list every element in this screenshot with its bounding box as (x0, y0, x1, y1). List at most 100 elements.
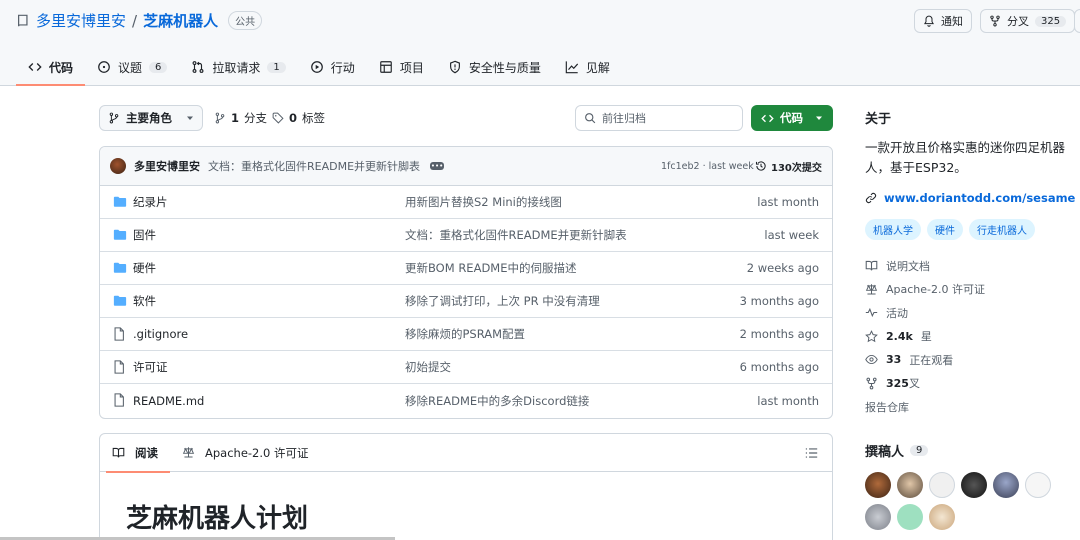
tags-count: 0 (289, 111, 298, 125)
file-name-link[interactable]: 软件 (133, 293, 156, 309)
caret-down-icon (816, 116, 822, 120)
commit-message[interactable]: 文档：重格式化固件README并更新针脚表 (208, 158, 420, 174)
commit-hash[interactable]: 1fc1eb2 · last week (661, 161, 754, 172)
commit-history-link[interactable]: 130次提交 (755, 159, 822, 174)
table-row[interactable]: 纪录片 用新图片替换S2 Mini的接线图 last month (100, 186, 832, 219)
avatar[interactable] (1025, 472, 1051, 498)
file-name-link[interactable]: README.md (133, 394, 204, 408)
stars-link[interactable]: 2.4k 星 (865, 325, 985, 349)
tab-insights[interactable]: 见解 (553, 48, 622, 86)
repo-name-link[interactable]: 芝麻机器人 (143, 10, 218, 31)
file-commit-message[interactable]: 移除了调试打印，上次 PR 中没有清理 (405, 293, 600, 309)
table-row[interactable]: .gitignore 移除麻烦的PSRAM配置 2 months ago (100, 318, 832, 351)
fork-button[interactable]: 分叉 325 (980, 9, 1076, 33)
license-link[interactable]: Apache-2.0 许可证 (865, 278, 985, 302)
file-name-link[interactable]: 纪录片 (133, 194, 168, 210)
tab-license-label: Apache-2.0 许可证 (205, 445, 309, 460)
fork-icon (990, 15, 1000, 27)
history-icon (755, 161, 766, 171)
contributors-title: 撰稿人 (865, 445, 905, 460)
avatar[interactable] (961, 472, 987, 498)
file-icon (113, 360, 125, 377)
latest-commit-bar: 多里安博里安 文档：重格式化固件README并更新针脚表 ••• 1fc1eb2… (100, 147, 832, 186)
tab-actions[interactable]: 行动 (298, 48, 367, 86)
avatar[interactable] (929, 472, 955, 498)
file-commit-message[interactable]: 移除README中的多余Discord链接 (405, 393, 589, 409)
code-button[interactable]: 代码 (751, 105, 833, 131)
pull-request-icon (192, 61, 204, 73)
file-commit-message[interactable]: 文档：重格式化固件README并更新针脚表 (405, 227, 627, 243)
file-commit-message[interactable]: 移除麻烦的PSRAM配置 (405, 326, 525, 342)
file-name-link[interactable]: 许可证 (133, 359, 168, 375)
tab-projects[interactable]: 项目 (367, 48, 436, 86)
book-icon (112, 447, 125, 458)
avatar[interactable] (993, 472, 1019, 498)
repo-icon (18, 14, 28, 26)
file-commit-date: 2 weeks ago (746, 261, 819, 275)
avatar[interactable] (897, 472, 923, 498)
file-commit-message[interactable]: 用新图片替换S2 Mini的接线图 (405, 194, 562, 210)
avatar[interactable] (865, 504, 891, 530)
table-row[interactable]: 硬件 更新BOM README中的伺服描述 2 weeks ago (100, 252, 832, 285)
report-repository-link[interactable]: 报告仓库 (865, 395, 985, 419)
table-row[interactable]: README.md 移除README中的多余Discord链接 last month (100, 384, 832, 417)
file-icon (113, 327, 125, 344)
commit-count-label: 130次提交 (771, 162, 822, 174)
notifications-button[interactable]: 通知 (914, 9, 972, 33)
table-row[interactable]: 固件 文档：重格式化固件README并更新针脚表 last week (100, 219, 832, 252)
code-icon (761, 114, 774, 122)
activity-link[interactable]: 活动 (865, 301, 985, 325)
tab-readme[interactable]: 阅读 (100, 434, 170, 473)
issue-icon (98, 61, 110, 73)
topic-tag[interactable]: 硬件 (927, 219, 963, 240)
readme-link[interactable]: 说明文档 (865, 254, 985, 278)
avatar[interactable] (897, 504, 923, 530)
contributors-heading[interactable]: 撰稿人 9 (865, 441, 929, 460)
go-to-file-input[interactable]: 前往归档 (575, 105, 743, 131)
tab-insights-label: 见解 (585, 60, 610, 75)
file-commit-date: 6 months ago (739, 360, 819, 374)
tab-security[interactable]: 安全性与质量 (436, 48, 553, 86)
branches-count: 1 (231, 111, 240, 125)
stars-label: 星 (920, 330, 932, 344)
branch-selector[interactable]: 主要角色 (99, 105, 203, 131)
avatar[interactable] (865, 472, 891, 498)
file-commit-message[interactable]: 更新BOM README中的伺服描述 (405, 260, 576, 276)
tags-link[interactable]: 0 标签 (272, 105, 325, 131)
table-row[interactable]: 软件 移除了调试打印，上次 PR 中没有清理 3 months ago (100, 285, 832, 318)
tab-pull-requests-count: 1 (267, 61, 286, 73)
activity-link-label: 活动 (886, 306, 908, 320)
repo-title: 多里安博里安 / 芝麻机器人 公共 (16, 10, 263, 31)
tab-issues[interactable]: 议题 6 (85, 48, 179, 86)
code-icon (28, 63, 42, 71)
star-button-cut[interactable] (1074, 9, 1080, 33)
tab-pull-requests[interactable]: 拉取请求 1 (179, 48, 297, 86)
branch-icon (215, 112, 225, 124)
file-commit-date: 3 months ago (739, 294, 819, 308)
file-commit-message[interactable]: 初始提交 (405, 359, 451, 375)
readme-heading: 芝麻机器人计划 (126, 504, 309, 534)
avatar[interactable] (110, 158, 126, 174)
tab-license[interactable]: Apache-2.0 许可证 (170, 434, 321, 472)
file-name-link[interactable]: 固件 (133, 227, 156, 243)
expand-commit-button[interactable]: ••• (430, 162, 445, 170)
tab-readme-label: 阅读 (135, 445, 158, 460)
commit-author[interactable]: 多里安博里安 (134, 158, 200, 174)
pulse-icon (865, 308, 878, 318)
topic-tag[interactable]: 机器人学 (865, 219, 921, 240)
file-name-link[interactable]: 硬件 (133, 260, 156, 276)
watchers-link[interactable]: 33 正在观看 (865, 348, 985, 372)
tab-code[interactable]: 代码 (16, 48, 86, 86)
branches-link[interactable]: 1 分支 (214, 105, 267, 131)
forks-count: 325 (886, 377, 909, 391)
avatar[interactable] (929, 504, 955, 530)
repo-owner-link[interactable]: 多里安博里安 (36, 10, 126, 31)
website-link[interactable]: www.doriantodd.com/sesame (865, 191, 1075, 205)
file-name-link[interactable]: .gitignore (133, 327, 188, 341)
topic-tag[interactable]: 行走机器人 (969, 219, 1035, 240)
outline-icon[interactable] (805, 447, 818, 459)
forks-link[interactable]: 325叉 (865, 372, 985, 396)
eye-icon (865, 355, 878, 365)
file-icon (113, 393, 125, 410)
table-row[interactable]: 许可证 初始提交 6 months ago (100, 351, 832, 384)
